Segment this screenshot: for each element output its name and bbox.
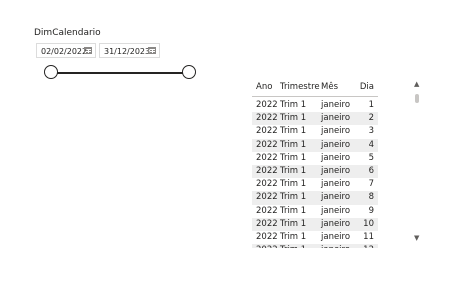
cell-dia: 12	[363, 244, 374, 248]
table-row[interactable]: 2022 Trim 1 janeiro 8	[252, 191, 378, 205]
cell-ano: 2022	[256, 100, 278, 110]
table-row[interactable]: 2022 Trim 1 janeiro 11	[252, 231, 378, 244]
cell-mes: janeiro	[321, 139, 351, 150]
table-header: Ano Trimestre Mês Dia	[252, 76, 378, 97]
cell-mes: janeiro	[321, 231, 351, 242]
table-row[interactable]: 2022 Trim 1 janeiro 7	[252, 178, 378, 191]
scroll-up-icon[interactable]: ▲	[414, 80, 419, 88]
table-row[interactable]: 2022 Trim 1 janeiro 3	[252, 125, 378, 138]
cell-ano: 2022	[256, 244, 278, 248]
cell-mes: janeiro	[321, 218, 351, 229]
cell-ano: 2022	[256, 192, 278, 203]
cell-dia: 2	[368, 113, 374, 124]
cell-ano: 2022	[256, 231, 278, 242]
cell-mes: janeiro	[321, 244, 350, 248]
slider-end-handle[interactable]	[182, 65, 196, 79]
cell-mes: janeiro	[321, 113, 351, 124]
table-row[interactable]: 2022 Trim 1 janeiro 6	[252, 164, 378, 179]
cell-dia: 9	[368, 205, 374, 216]
cell-ano: 2022	[256, 205, 278, 216]
cell-mes: janeiro	[321, 192, 351, 203]
column-header-mes[interactable]: Mês	[321, 82, 338, 92]
column-header-dia[interactable]: Dia	[360, 82, 374, 92]
table-row[interactable]: 2022 Trim 1 janeiro 4	[252, 138, 378, 152]
table-row[interactable]: 2022 Trim 1 janeiro 5	[252, 152, 378, 165]
cell-dia: 7	[368, 179, 374, 190]
table-row[interactable]: 2022 Trim 1 janeiro 2	[252, 112, 378, 126]
cell-trimestre: Trim 1	[280, 165, 307, 176]
date-range-slider-track[interactable]	[51, 72, 189, 74]
cell-dia: 11	[363, 231, 374, 242]
cell-mes: janeiro	[321, 179, 351, 190]
cell-dia: 8	[368, 192, 374, 203]
cell-trimestre: Trim 1	[280, 139, 307, 150]
scroll-thumb[interactable]	[415, 94, 419, 103]
calendar-icon[interactable]	[148, 47, 156, 54]
cell-ano: 2022	[256, 126, 278, 137]
start-date-value: 02/02/2022	[41, 47, 88, 56]
cell-ano: 2022	[256, 152, 278, 163]
cell-trimestre: Trim 1	[280, 231, 307, 242]
calendar-icon[interactable]	[84, 47, 92, 54]
column-header-ano[interactable]: Ano	[256, 82, 272, 92]
table-row[interactable]: 2022Trim 1 janeiro 12	[252, 244, 378, 248]
end-date-value: 31/12/2023	[104, 47, 151, 56]
cell-trimestre: Trim 1	[280, 205, 307, 216]
cell-trimestre: Trim 1	[280, 113, 307, 124]
table-row[interactable]: 2022 Trim 1 janeiro 10	[252, 217, 378, 231]
cell-dia: 6	[368, 165, 374, 176]
end-date-input[interactable]: 31/12/2023	[99, 43, 160, 58]
cell-ano: 2022	[256, 139, 278, 150]
cell-mes: janeiro	[321, 100, 351, 110]
cell-dia: 1	[368, 100, 374, 110]
start-date-input[interactable]: 02/02/2022	[36, 43, 96, 58]
table-body: 2022 Trim 1 janeiro 1 2022 Trim 1 janeiro 2 2022…	[252, 99, 378, 248]
cell-mes: janeiro	[321, 126, 351, 137]
table-scrollbar[interactable]: ▲ ▼	[412, 80, 422, 242]
cell-trimestre: Trim 1	[280, 126, 307, 137]
cell-trimestre: Trim 1	[280, 152, 307, 163]
cell-mes: janeiro	[321, 165, 351, 176]
table-row[interactable]: 2022 Trim 1 janeiro 1	[252, 99, 378, 112]
cell-ano: 2022	[256, 165, 278, 176]
cell-mes: janeiro	[321, 205, 351, 216]
slicer-title: DimCalendario	[34, 28, 101, 38]
cell-ano: 2022	[256, 218, 278, 229]
cell-dia: 10	[363, 218, 374, 229]
cell-trimestre: Trim 1	[280, 100, 307, 110]
cell-trimestre: Trim 1	[280, 244, 306, 248]
slider-start-handle[interactable]	[44, 65, 58, 79]
cell-mes: janeiro	[321, 152, 351, 163]
cell-trimestre: Trim 1	[280, 218, 307, 229]
cell-dia: 5	[368, 152, 374, 163]
cell-dia: 3	[368, 126, 374, 137]
calendar-table: Ano Trimestre Mês Dia 2022 Trim 1 janeiro 1…	[252, 76, 378, 248]
cell-trimestre: Trim 1	[280, 179, 307, 190]
cell-ano: 2022	[256, 179, 278, 190]
column-header-trimestre[interactable]: Trimestre	[280, 82, 320, 92]
table-row[interactable]: 2022 Trim 1 janeiro 9	[252, 205, 378, 218]
cell-ano: 2022	[256, 113, 278, 124]
cell-dia: 4	[368, 139, 374, 150]
cell-trimestre: Trim 1	[280, 192, 307, 203]
scroll-down-icon[interactable]: ▼	[414, 234, 419, 242]
